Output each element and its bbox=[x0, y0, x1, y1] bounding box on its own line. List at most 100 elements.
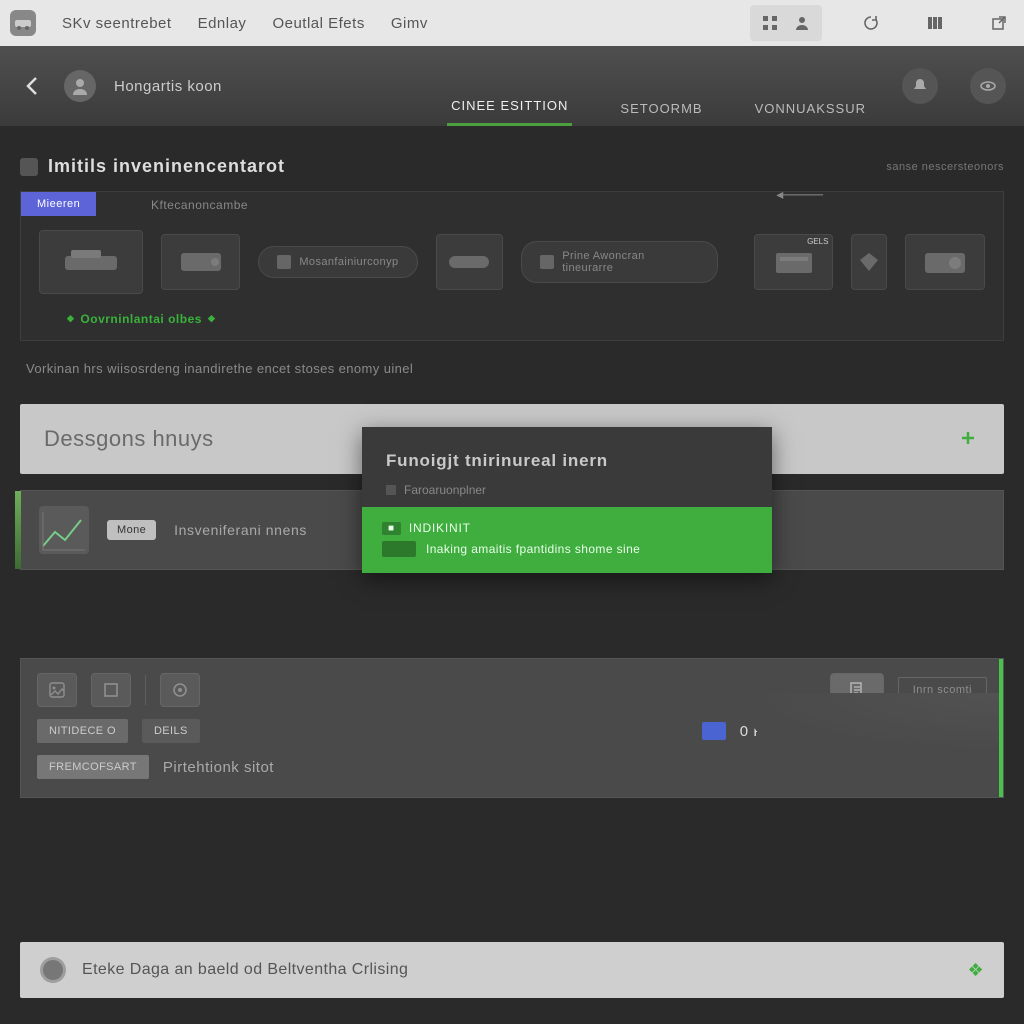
person-icon bbox=[794, 15, 810, 31]
menu-item-3[interactable]: Gimv bbox=[391, 15, 428, 32]
car-icon bbox=[14, 14, 32, 32]
item-slot-4[interactable]: GELS bbox=[754, 234, 834, 290]
chat-icon bbox=[40, 957, 66, 983]
bottom-banner[interactable]: Eteke Daga an baeld od Beltventha Crlisi… bbox=[20, 942, 1004, 998]
avatar-icon bbox=[71, 77, 89, 95]
item-pill-1[interactable]: Mosanfainiurconyp bbox=[258, 246, 417, 278]
popup-result-text: Inaking amaitis fpantidins shome sine bbox=[426, 542, 640, 556]
user-avatar[interactable] bbox=[64, 70, 96, 102]
popup-action[interactable]: ■ INDIKINIT Inaking amaitis fpantidins s… bbox=[362, 507, 772, 573]
tool-btn-1[interactable] bbox=[37, 673, 77, 707]
menu-item-0[interactable]: SKv seentrebet bbox=[62, 15, 172, 32]
layout-button[interactable] bbox=[920, 9, 950, 37]
app-logo bbox=[10, 10, 36, 36]
camera-icon bbox=[921, 247, 969, 277]
tool-btn-2[interactable] bbox=[91, 673, 131, 707]
gem-icon bbox=[858, 251, 880, 273]
popup-action-title-row: ■ INDIKINIT bbox=[382, 521, 752, 535]
separator bbox=[145, 675, 146, 705]
section-header: Imitils inveninencentarot sanse nescerst… bbox=[20, 156, 1004, 177]
row3-chip[interactable]: FREMCOFSART bbox=[37, 755, 149, 779]
bell-icon bbox=[911, 77, 929, 95]
item-slot-2[interactable] bbox=[161, 234, 241, 290]
user-view-button[interactable] bbox=[786, 9, 818, 37]
pill-icon-2 bbox=[540, 255, 554, 269]
row2-chip-1[interactable]: NITIDECE O bbox=[37, 719, 128, 743]
item-pill-2-label: Prine Awoncran tineurarre bbox=[562, 250, 698, 274]
popup-panel: Funoigjt tnirinureal inern Faroaruonplne… bbox=[362, 427, 772, 573]
chevron-left-icon bbox=[24, 74, 40, 98]
loadout-value: Oovrninlantai olbes bbox=[67, 312, 215, 326]
target-icon bbox=[171, 681, 189, 699]
refresh-button[interactable] bbox=[856, 9, 886, 37]
section-bullet-icon bbox=[20, 158, 38, 176]
tool-row-3: FREMCOFSART Pirtehtionk sitot bbox=[37, 755, 987, 779]
loadout-footer: Oovrninlantai olbes bbox=[21, 308, 1003, 340]
nav-tabs: CINEE ESITTION SETOORMB VONNUAKSSUR bbox=[447, 46, 870, 126]
notifications-button[interactable] bbox=[902, 68, 938, 104]
leaf-icon: ❖ bbox=[967, 960, 984, 981]
popup-action-title: INDIKINIT bbox=[409, 521, 471, 535]
checkbox-icon[interactable] bbox=[386, 485, 396, 495]
popup-title: Funoigjt tnirinureal inern bbox=[386, 451, 748, 471]
eye-icon bbox=[979, 77, 997, 95]
back-button[interactable] bbox=[18, 72, 46, 100]
loadout-card: Mieeren Kftecanoncambe ◂──── Mosanfainiu… bbox=[20, 191, 1004, 341]
item-pill-1-label: Mosanfainiurconyp bbox=[299, 256, 398, 268]
vehicle-icon bbox=[61, 246, 121, 278]
image-icon bbox=[48, 681, 66, 699]
blue-box-icon bbox=[702, 722, 726, 740]
popup-action-badge: ■ bbox=[382, 522, 401, 535]
row3-text: Pirtehtionk sitot bbox=[163, 759, 274, 776]
bottom-banner-text: Eteke Daga an baeld od Beltventha Crlisi… bbox=[82, 961, 408, 979]
loadout-header-label: Kftecanoncambe bbox=[21, 192, 1003, 212]
view-mode-group bbox=[750, 5, 822, 41]
menu-item-1[interactable]: Ednlay bbox=[198, 15, 247, 32]
sub-nav-bar: Hongartis koon CINEE ESITTION SETOORMB V… bbox=[0, 46, 1024, 126]
username-label: Hongartis koon bbox=[114, 78, 222, 95]
square-icon bbox=[102, 681, 120, 699]
loadout-arrow-icon: ◂──── bbox=[776, 186, 823, 203]
tab-0[interactable]: CINEE ESITTION bbox=[447, 98, 572, 126]
hint-text: Vorkinan hrs wiisosrdeng inandirethe enc… bbox=[20, 361, 1004, 376]
item-pill-2[interactable]: Prine Awoncran tineurarre bbox=[521, 241, 717, 283]
pill-icon bbox=[277, 255, 291, 269]
item-slot-6[interactable] bbox=[905, 234, 985, 290]
item-slot-1[interactable] bbox=[39, 230, 143, 294]
popup-header: Funoigjt tnirinureal inern Faroaruonplne… bbox=[362, 427, 772, 507]
mini-thumb bbox=[39, 506, 89, 554]
item-slot-5[interactable] bbox=[851, 234, 887, 290]
expand-icon bbox=[958, 428, 980, 450]
grid-icon bbox=[762, 15, 778, 31]
menu-item-2[interactable]: Oeutlal Efets bbox=[272, 15, 364, 32]
tool-card: Inrn scomti NITIDECE O DEILS 0 Pires Mah… bbox=[20, 658, 1004, 798]
mini-chip: Mone bbox=[107, 520, 156, 540]
popup-subtitle-text: Faroaruonplner bbox=[404, 483, 486, 497]
tab-2[interactable]: VONNUAKSSUR bbox=[751, 101, 870, 126]
columns-icon bbox=[927, 15, 943, 31]
capsule-icon bbox=[447, 250, 491, 274]
view-circle-button[interactable] bbox=[970, 68, 1006, 104]
bottom-banner-row: Eteke Daga an baeld od Beltventha Crlisi… bbox=[20, 942, 1004, 998]
popup-result-line: Inaking amaitis fpantidins shome sine bbox=[382, 541, 752, 557]
tool-btn-3[interactable] bbox=[160, 673, 200, 707]
crate-icon bbox=[770, 247, 818, 277]
loadout-row: Mosanfainiurconyp Prine Awoncran tineura… bbox=[21, 212, 1003, 308]
slot-badge: GELS bbox=[807, 237, 828, 246]
device-icon bbox=[177, 247, 225, 277]
tab-1[interactable]: SETOORMB bbox=[616, 101, 706, 126]
designs-banner-title: Dessgons hnuys bbox=[44, 426, 214, 452]
row2-chip-2[interactable]: DEILS bbox=[142, 719, 200, 743]
item-slot-3[interactable] bbox=[436, 234, 504, 290]
grid-view-button[interactable] bbox=[754, 9, 786, 37]
tool-card-curve bbox=[743, 693, 1003, 753]
graph-icon bbox=[39, 506, 89, 554]
top-menu-bar: SKv seentrebet Ednlay Oeutlal Efets Gimv bbox=[0, 0, 1024, 46]
section-aside-label: sanse nescersteonors bbox=[886, 161, 1004, 173]
popout-icon bbox=[991, 15, 1007, 31]
mini-title: Insveniferani nnens bbox=[174, 522, 307, 538]
section-title-text: Imitils inveninencentarot bbox=[48, 156, 285, 177]
popout-button[interactable] bbox=[984, 9, 1014, 37]
popup-result-thumb bbox=[382, 541, 416, 557]
loadout-tab[interactable]: Mieeren bbox=[21, 192, 96, 216]
